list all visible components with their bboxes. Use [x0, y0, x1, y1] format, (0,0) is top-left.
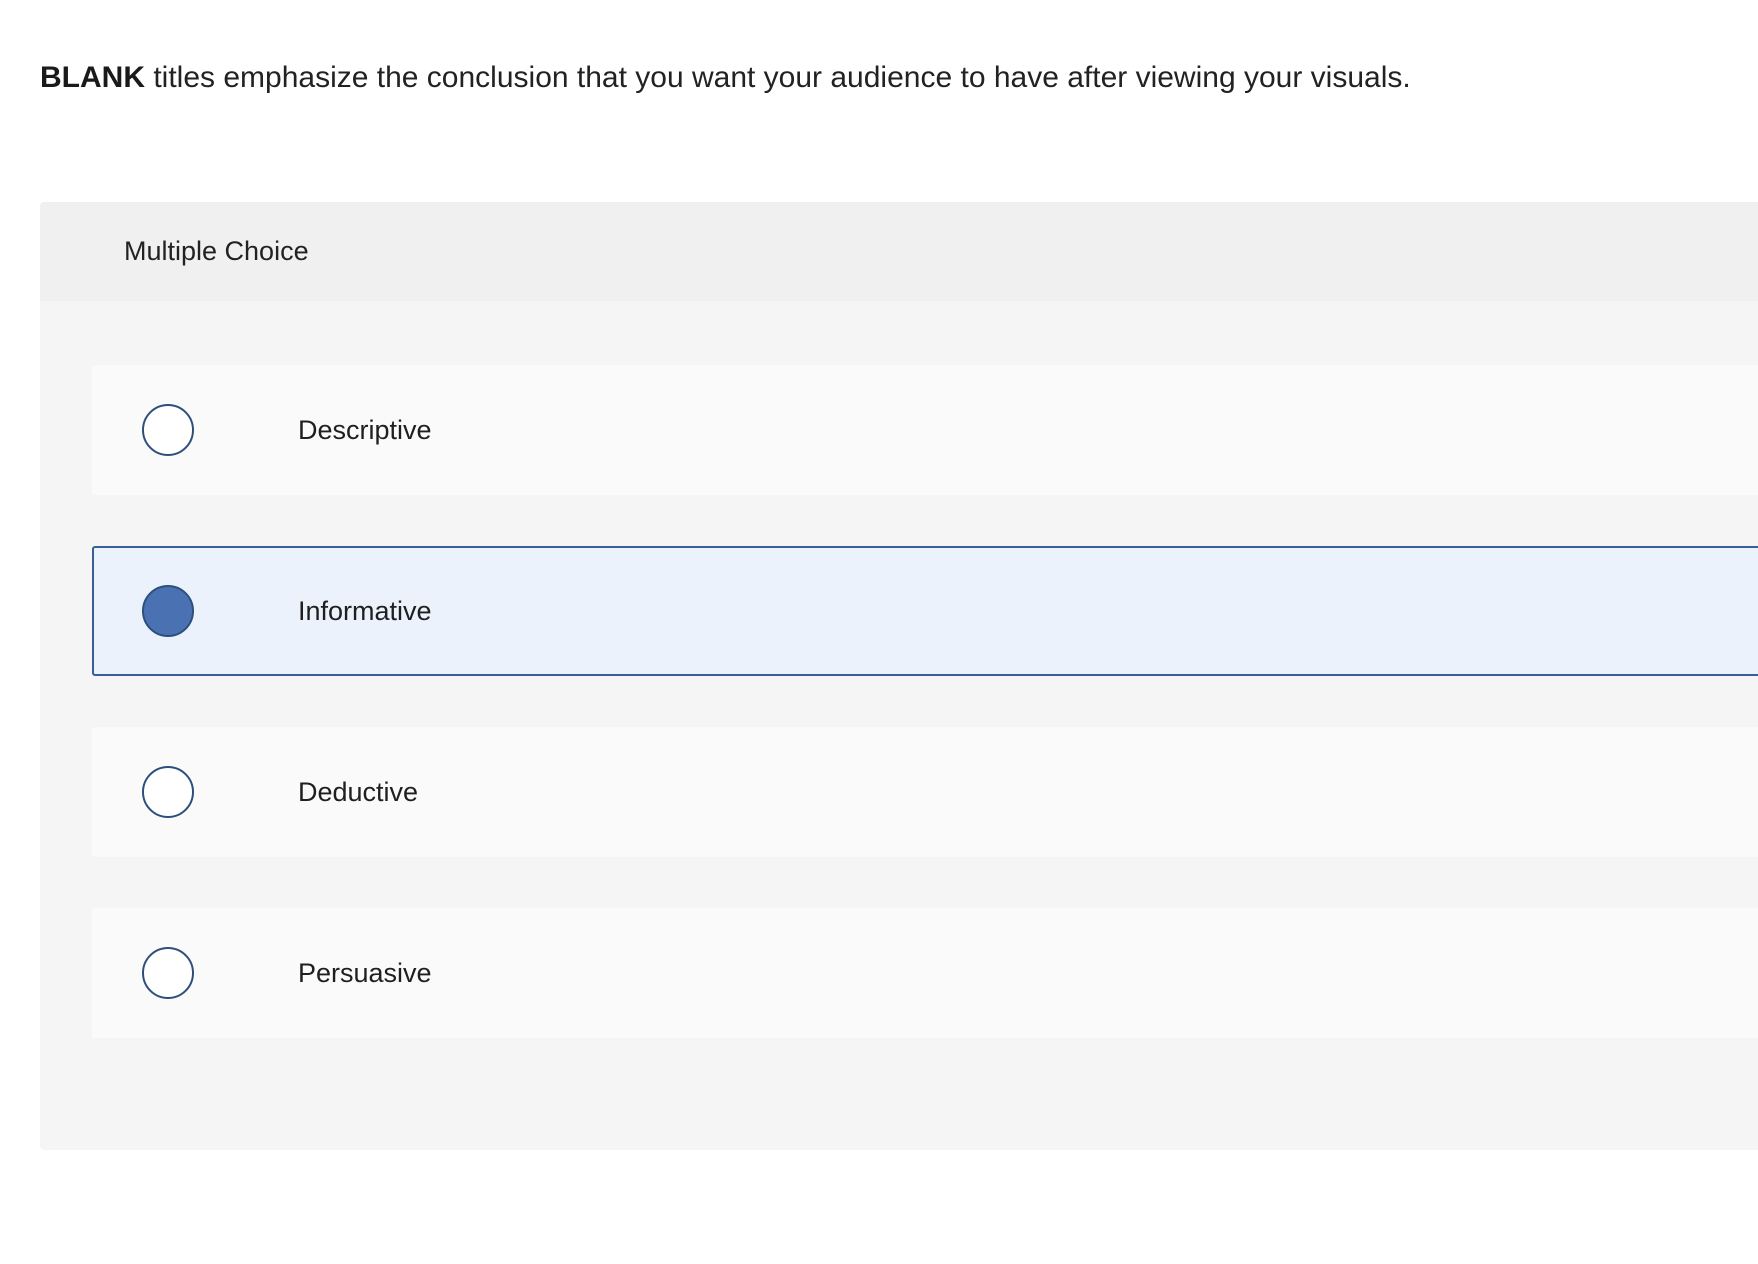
option-deductive[interactable]: Deductive: [92, 727, 1758, 857]
option-label-persuasive: Persuasive: [298, 957, 432, 988]
question-text: titles emphasize the conclusion that you…: [145, 61, 1411, 94]
option-label-informative: Informative: [298, 595, 432, 626]
panel-header: Multiple Choice: [40, 202, 1758, 301]
question-prompt: BLANK titles emphasize the conclusion th…: [40, 58, 1411, 98]
multiple-choice-panel: Multiple Choice Descriptive Informative …: [40, 202, 1758, 1150]
option-label-descriptive: Descriptive: [298, 414, 432, 445]
radio-button-deductive[interactable]: [142, 766, 194, 818]
question-blank-word: BLANK: [40, 61, 145, 94]
answer-options: Descriptive Informative Deductive Persua…: [92, 365, 1758, 1089]
radio-button-informative[interactable]: [142, 585, 194, 637]
option-persuasive[interactable]: Persuasive: [92, 908, 1758, 1038]
option-descriptive[interactable]: Descriptive: [92, 365, 1758, 495]
option-informative[interactable]: Informative: [92, 546, 1758, 676]
option-label-deductive: Deductive: [298, 776, 419, 807]
radio-button-persuasive[interactable]: [142, 947, 194, 999]
radio-button-descriptive[interactable]: [142, 404, 194, 456]
question-type-label: Multiple Choice: [124, 236, 309, 266]
